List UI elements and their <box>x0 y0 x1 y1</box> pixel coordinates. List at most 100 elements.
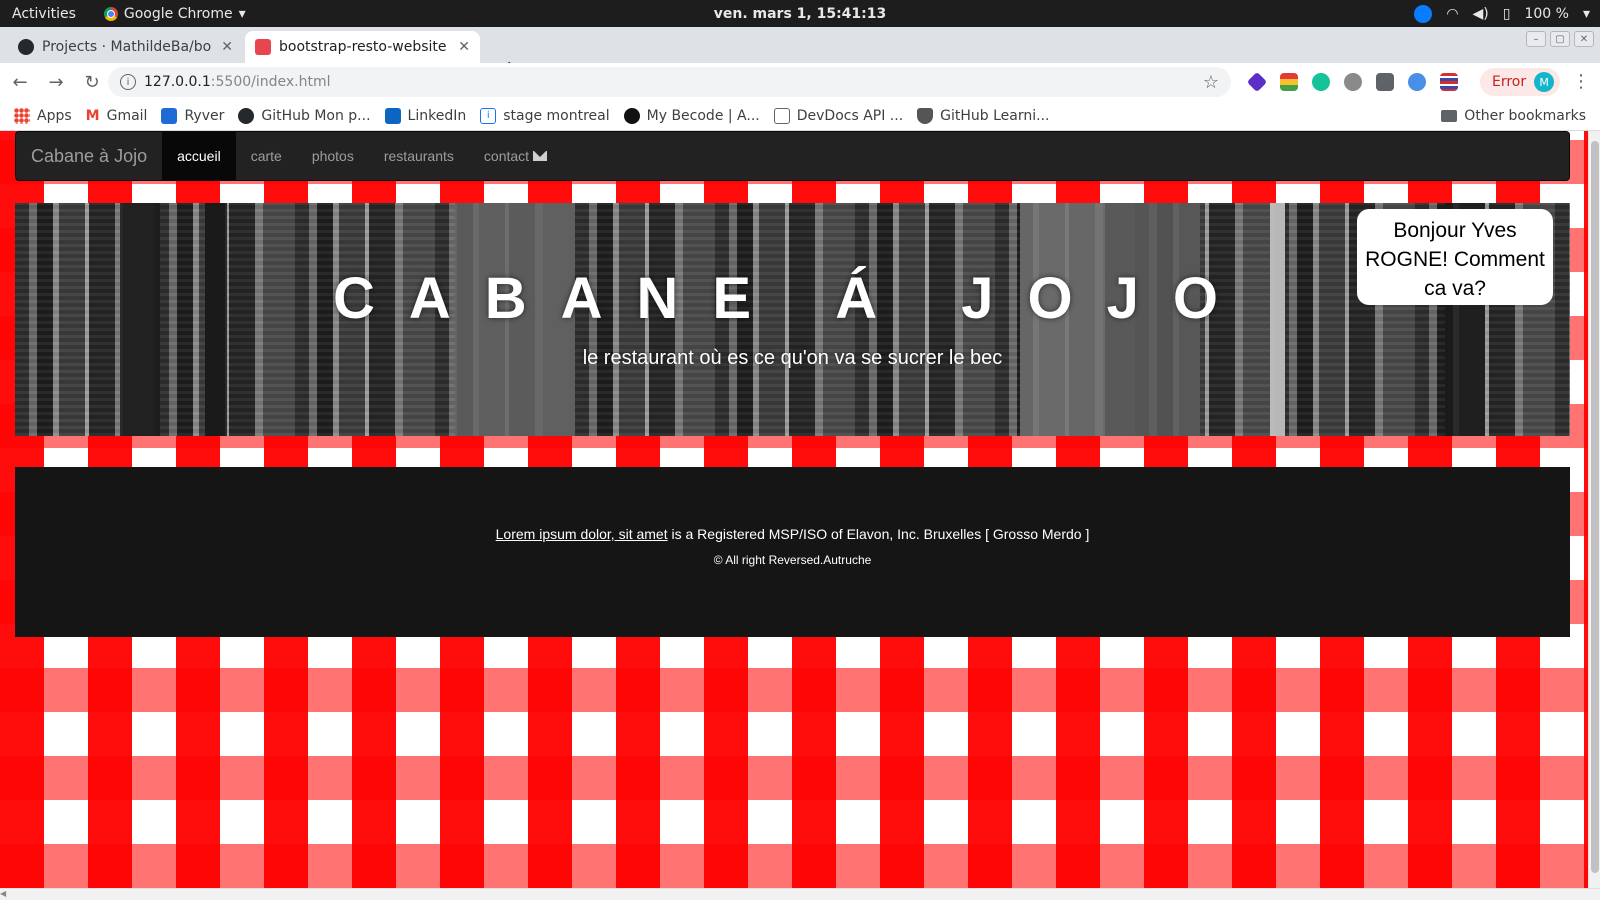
reload-button[interactable]: ↻ <box>76 72 108 93</box>
bookmark-star-icon[interactable]: ☆ <box>1203 72 1219 93</box>
apps-grid-icon <box>14 107 30 124</box>
info-icon: i <box>480 107 497 124</box>
system-tray[interactable]: ◠ ◀) ▯ 100 % ▾ <box>1414 0 1590 27</box>
footer-link[interactable]: Lorem ipsum dolor, sit amet <box>496 526 668 542</box>
ryver-icon <box>161 107 178 124</box>
scroll-left-icon[interactable]: ◀ <box>0 889 6 898</box>
tab-projects[interactable]: Projects · MathildeBa/bo ✕ <box>8 31 243 63</box>
chevron-down-icon: ▾ <box>238 5 246 22</box>
nav-contact[interactable]: contact <box>469 131 562 181</box>
github-learning-icon <box>917 107 934 124</box>
bookmark-gmail[interactable]: M Gmail <box>86 108 148 124</box>
gmail-icon: M <box>85 107 100 124</box>
forward-button[interactable]: → <box>40 72 72 93</box>
grammarly-icon[interactable] <box>1312 73 1330 91</box>
bookmark-github[interactable]: GitHub Mon p... <box>238 107 371 124</box>
profile-error-button[interactable]: Error M <box>1480 68 1561 96</box>
extension-icon[interactable] <box>1344 73 1362 91</box>
github-icon <box>18 39 34 55</box>
extension-icon[interactable] <box>1440 73 1458 91</box>
hero-title: CABANE Á JOJO <box>333 266 1252 331</box>
tab-title: Projects · MathildeBa/bo <box>42 39 212 55</box>
bookmarks-bar: Apps M Gmail Ryver GitHub Mon p... Linke… <box>0 101 1600 131</box>
browser-toolbar: ← → ↻ i 127.0.0.1 :5500/index.html ☆ Err… <box>0 63 1600 101</box>
activities-button[interactable]: Activities <box>12 6 76 22</box>
nav-carte[interactable]: carte <box>236 131 297 181</box>
bookmark-label: Apps <box>37 107 72 124</box>
bookmark-label: Gmail <box>106 107 148 124</box>
bookmark-becode[interactable]: My Becode | A... <box>623 107 760 124</box>
close-window-button[interactable]: ✕ <box>1574 31 1594 47</box>
footer-registration: is a Registered MSP/ISO of Elavon, Inc. … <box>667 526 1090 542</box>
app-menu-label: Google Chrome <box>123 5 233 22</box>
battery-label: 100 % <box>1524 5 1569 22</box>
system-top-bar: Activities Google Chrome ▾ ven. mars 1, … <box>0 0 1600 27</box>
wifi-icon: ◠ <box>1446 5 1459 22</box>
url-host: 127.0.0.1 <box>144 74 211 90</box>
battery-icon: ▯ <box>1502 5 1511 22</box>
bookmark-label: Other bookmarks <box>1464 107 1586 124</box>
bookmark-linkedin[interactable]: LinkedIn <box>384 107 467 124</box>
other-bookmarks[interactable]: Other bookmarks <box>1441 108 1586 124</box>
url-path: :5500/index.html <box>210 74 331 90</box>
bookmark-apps[interactable]: Apps <box>14 107 72 124</box>
avatar: M <box>1534 72 1555 92</box>
footer-text: Lorem ipsum dolor, sit amet is a Registe… <box>15 526 1570 542</box>
messenger-icon[interactable] <box>1414 4 1433 23</box>
extensions-bar <box>1246 71 1458 93</box>
linkedin-icon <box>384 107 401 124</box>
bookmark-stage-montreal[interactable]: i stage montreal <box>480 107 610 124</box>
nav-accueil[interactable]: accueil <box>162 131 236 181</box>
info-icon[interactable]: i <box>120 74 136 90</box>
envelope-icon <box>533 151 548 161</box>
bookmark-label: stage montreal <box>503 107 610 124</box>
page-viewport: Cabane à Jojo accueil carte photos resta… <box>0 131 1588 888</box>
nav-contact-label: contact <box>483 148 530 164</box>
copyright: © All right Reversed.Autruche <box>713 553 872 567</box>
tab-title: bootstrap-resto-website <box>279 39 447 55</box>
window-controls: – ▢ ✕ <box>1526 31 1594 47</box>
horizontal-scrollbar[interactable]: ◀ <box>0 888 1600 900</box>
chevron-down-icon: ▾ <box>1582 5 1590 22</box>
hero-subtitle: le restaurant où es ce qu'on va se sucre… <box>582 347 1003 369</box>
app-menu[interactable]: Google Chrome ▾ <box>103 5 246 22</box>
tab-strip: Projects · MathildeBa/bo ✕ bootstrap-res… <box>0 27 1600 82</box>
nav-photos[interactable]: photos <box>297 131 369 181</box>
bookmark-label: Ryver <box>184 107 225 124</box>
devdocs-icon <box>773 107 790 124</box>
nav-restaurants[interactable]: restaurants <box>369 131 469 181</box>
error-label: Error <box>1492 74 1527 90</box>
bookmark-label: GitHub Mon p... <box>261 107 371 124</box>
bookmark-ryver[interactable]: Ryver <box>161 107 225 124</box>
site-brand[interactable]: Cabane à Jojo <box>16 131 162 181</box>
minimize-button[interactable]: – <box>1526 31 1546 47</box>
vertical-scrollbar[interactable] <box>1588 131 1600 888</box>
hero-banner: CABANE Á JOJO le restaurant où es ce qu'… <box>15 203 1570 436</box>
maximize-button[interactable]: ▢ <box>1550 31 1570 47</box>
volume-icon: ◀) <box>1472 5 1489 22</box>
site-navbar: Cabane à Jojo accueil carte photos resta… <box>15 131 1570 181</box>
close-icon[interactable]: ✕ <box>221 39 233 55</box>
close-icon[interactable]: ✕ <box>458 39 470 55</box>
scrollbar-thumb[interactable] <box>1591 141 1599 873</box>
bootstrap-page-icon <box>255 39 271 55</box>
tab-bootstrap-resto[interactable]: bootstrap-resto-website ✕ <box>245 31 480 63</box>
folder-icon <box>1441 109 1458 122</box>
address-bar[interactable]: i 127.0.0.1 :5500/index.html ☆ <box>108 67 1231 97</box>
bookmark-github-learning[interactable]: GitHub Learni... <box>917 107 1050 124</box>
bookmark-devdocs[interactable]: DevDocs API ... <box>773 107 904 124</box>
extension-icon[interactable] <box>1246 71 1268 93</box>
chrome-menu-icon[interactable]: ⋮ <box>1572 71 1590 92</box>
back-button[interactable]: ← <box>4 72 36 93</box>
bookmark-label: LinkedIn <box>407 107 467 124</box>
extension-icon[interactable] <box>1376 73 1394 91</box>
bookmark-label: GitHub Learni... <box>940 107 1050 124</box>
bookmark-label: DevDocs API ... <box>796 107 904 124</box>
github-icon <box>238 107 255 124</box>
becode-icon <box>623 107 640 124</box>
chrome-icon <box>103 6 118 21</box>
bookmark-label: My Becode | A... <box>646 107 760 124</box>
extension-icon[interactable] <box>1408 73 1426 91</box>
extension-icon[interactable] <box>1280 73 1298 91</box>
site-footer: Lorem ipsum dolor, sit amet is a Registe… <box>15 467 1570 637</box>
